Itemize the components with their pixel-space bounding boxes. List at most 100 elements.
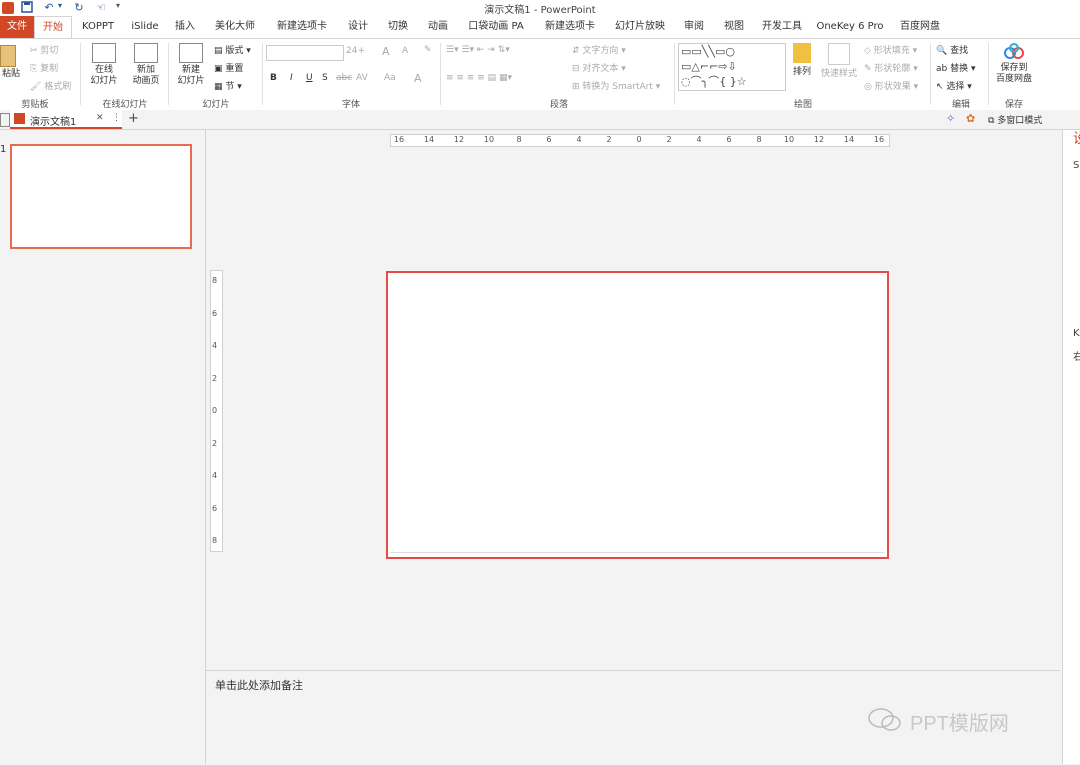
tab-1[interactable]: 开始 — [34, 16, 72, 38]
tab-3[interactable]: iSlide — [124, 16, 166, 38]
tab-15[interactable]: 开发工具 — [754, 16, 810, 38]
tab-13[interactable]: 审阅 — [674, 16, 714, 38]
tab-5[interactable]: 美化大师 — [204, 16, 266, 38]
tab-16[interactable]: OneKey 6 Pro — [810, 16, 890, 38]
format-painter-label: 格式刷 — [44, 82, 72, 92]
paste-label: 粘贴 — [1, 69, 20, 79]
save-to-baidu-label: 保存到 百度网盘 — [995, 63, 1032, 84]
shapes-gallery[interactable]: ▭▭╲╲▭○ ▭△⌐⌐⇨⇩ ◌⌒╮⌒{ }☆ — [678, 43, 786, 91]
section-button[interactable]: ▦ 节 ▾ — [214, 79, 242, 92]
char-spacing-button[interactable]: AV — [356, 73, 368, 83]
tab-2[interactable]: KOPPT — [72, 16, 124, 38]
v-ruler-tick: 0 — [212, 406, 218, 415]
title-bar: ↶ ▾ ↻ ☜ ▾ 演示文稿1 - PowerPoint — [0, 0, 1080, 16]
save-to-baidu-button[interactable]: 保存到 百度网盘 — [990, 43, 1038, 85]
tab-12[interactable]: 幻灯片放映 — [606, 16, 674, 38]
replace-label: 替换 — [950, 64, 969, 74]
binoculars-icon: 🔍 — [936, 46, 948, 56]
v-ruler-tick: 8 — [212, 276, 218, 285]
new-slide-button[interactable]: 新建 幻灯片 — [172, 43, 210, 87]
ppt-file-icon — [14, 113, 25, 124]
tab-10[interactable]: 口袋动画 PA — [458, 16, 534, 38]
select-button[interactable]: ↖ 选择 ▾ — [936, 79, 972, 92]
v-ruler-tick: 6 — [212, 308, 218, 318]
ribbon-tabs: 文件 开始 KOPPT iSlide 插入 美化大师 新建选项卡 设计 切换 动画 口袋动画 PA 新… — [0, 16, 1080, 38]
vertical-ruler: 8 6 4 2 0 2 4 6 8 — [210, 270, 223, 552]
tab-4[interactable]: 插入 — [166, 16, 204, 38]
smartart-label: 转换为 SmartArt — [582, 82, 653, 92]
h-ruler-tick: 8 — [756, 135, 762, 144]
arrange-button[interactable]: 排列 — [788, 43, 816, 78]
shape-fill-button[interactable]: ◇ 形状填充 ▾ — [864, 43, 917, 56]
online-slides-group-label: 在线幻灯片 — [102, 100, 148, 110]
smartart-button[interactable]: ⊞ 转换为 SmartArt ▾ — [572, 79, 660, 92]
tab-7[interactable]: 设计 — [338, 16, 378, 38]
v-ruler-tick: 8 — [212, 536, 218, 545]
italic-button[interactable]: I — [290, 73, 293, 83]
font-name-select[interactable] — [266, 45, 344, 61]
layout-button[interactable]: ▤ 版式 ▾ — [214, 43, 251, 56]
paste-button[interactable]: 粘贴 — [0, 43, 22, 89]
font-size-select[interactable]: 24+ — [346, 46, 365, 56]
quick-styles-button[interactable]: 快速样式 — [818, 43, 860, 80]
arrange-label: 排列 — [792, 67, 811, 77]
align-text-button[interactable]: ⊟ 对齐文本 ▾ — [572, 61, 626, 74]
shadow-button[interactable]: S — [322, 73, 328, 83]
h-ruler-tick: 8 — [516, 135, 522, 144]
reset-label: 重置 — [225, 64, 244, 74]
h-ruler-tick: 2 — [666, 135, 672, 144]
tab-17[interactable]: 百度网盘 — [890, 16, 950, 38]
right-pane-text: 设 — [1073, 128, 1080, 148]
settings-gear-icon[interactable]: ✿ — [966, 112, 975, 125]
notes-pane[interactable]: 单击此处添加备注 PPT模版网 — [206, 670, 1060, 765]
watermark-text: PPT模版网 — [910, 713, 1009, 735]
font-color-button[interactable]: A — [414, 72, 422, 85]
find-button[interactable]: 🔍 查找 — [936, 43, 968, 56]
slide-thumbnail[interactable] — [10, 144, 192, 249]
new-animation-page-button[interactable]: 新加 动画页 — [124, 43, 168, 87]
new-animation-label: 新加 动画页 — [132, 65, 160, 86]
shape-effects-button[interactable]: ◎ 形状效果 ▾ — [864, 79, 918, 92]
section-label: 节 — [225, 82, 235, 92]
strikethrough-button[interactable]: abc — [336, 73, 352, 83]
align-buttons[interactable]: ≡ ≡ ≡ ≡ ▤ ▦▾ — [446, 73, 512, 83]
h-ruler-tick: 6 — [546, 135, 552, 144]
tab-8[interactable]: 切换 — [378, 16, 418, 38]
drawing-group-label: 绘图 — [793, 100, 812, 110]
tab-more-icon[interactable]: ⋮ — [112, 113, 121, 123]
clear-format-icon[interactable]: ✎ — [424, 45, 432, 55]
slide-canvas[interactable] — [386, 271, 889, 559]
copy-label: 复制 — [40, 64, 59, 74]
shape-outline-button[interactable]: ✎ 形状轮廓 ▾ — [864, 61, 918, 74]
tab-0[interactable]: 文件 — [0, 16, 34, 38]
tab-11[interactable]: 新建选项卡 — [534, 16, 606, 38]
change-case-button[interactable]: Aa — [384, 73, 396, 83]
shrink-font-button[interactable]: A — [402, 46, 408, 56]
underline-button[interactable]: U — [306, 73, 313, 83]
new-tab-button[interactable]: + — [128, 111, 139, 126]
bullets-button[interactable]: ☰▾ ☰▾ ⇤ ⇥ ⇅▾ — [446, 45, 510, 55]
bold-button[interactable]: B — [270, 73, 277, 83]
notes-placeholder: 单击此处添加备注 — [215, 679, 303, 692]
font-group-label: 字体 — [341, 100, 360, 110]
replace-button[interactable]: ab 替换 ▾ — [936, 61, 976, 74]
v-ruler-tick: 4 — [212, 471, 218, 480]
text-direction-button[interactable]: ⇵ 文字方向 ▾ — [572, 43, 626, 56]
reset-button[interactable]: ▣ 重置 — [214, 61, 243, 74]
copy-button[interactable]: ⎘ 复制 — [30, 61, 58, 74]
cut-button[interactable]: ✂ 剪切 — [30, 43, 58, 56]
close-tab-icon[interactable]: ✕ — [96, 113, 104, 123]
online-slides-button[interactable]: 在线 幻灯片 — [84, 43, 124, 87]
multi-window-button[interactable]: ⧉ 多窗口模式 — [988, 113, 1042, 126]
pin-icon[interactable]: ✧ — [946, 112, 955, 125]
tab-14[interactable]: 视图 — [714, 16, 754, 38]
grow-font-button[interactable]: A — [382, 45, 390, 58]
document-tab[interactable]: 演示文稿1 ✕ ⋮ — [10, 110, 122, 129]
tab-9[interactable]: 动画 — [418, 16, 458, 38]
tab-6[interactable]: 新建选项卡 — [266, 16, 338, 38]
shape-outline-label: 形状轮廓 — [874, 64, 911, 74]
format-painter-button[interactable]: 🖌 格式刷 — [30, 79, 71, 92]
thumbnail-index: 1 — [0, 144, 7, 155]
multi-window-label: 多窗口模式 — [997, 116, 1043, 126]
h-ruler-tick: 6 — [726, 135, 732, 144]
